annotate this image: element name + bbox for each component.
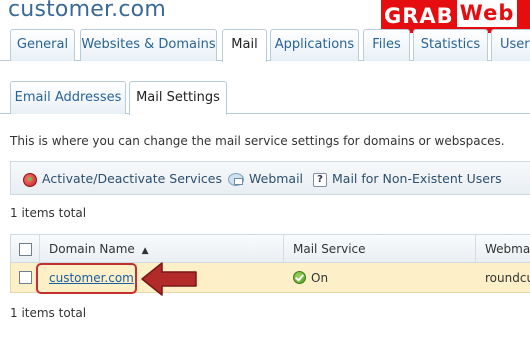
tab-general[interactable]: General	[10, 29, 75, 61]
mail-non-existent-label: Mail for Non-Existent Users	[332, 171, 502, 186]
column-header-domain-name-label: Domain Name	[49, 242, 135, 256]
select-all-checkbox[interactable]	[19, 243, 32, 256]
table-header: Domain Name ▲ Mail Service Webmail	[10, 234, 530, 263]
row-select-checkbox[interactable]	[19, 271, 32, 284]
column-header-domain-name[interactable]: Domain Name ▲	[49, 235, 149, 263]
activate-deactivate-services-button[interactable]: Activate/Deactivate Services	[23, 170, 222, 188]
mail-service-cell: On	[293, 263, 328, 293]
toolbar: Activate/Deactivate Services Webmail ? Ma…	[10, 161, 530, 195]
items-total-bottom: 1 items total	[10, 306, 87, 320]
tab-websites-domains[interactable]: Websites & Domains	[80, 29, 217, 61]
tab-email-addresses[interactable]: Email Addresses	[10, 81, 126, 114]
column-header-webmail[interactable]: Webmail	[485, 235, 530, 263]
tab-applications[interactable]: Applications	[270, 29, 359, 61]
annotation-arrow-icon	[141, 262, 197, 296]
tab-users[interactable]: Users	[491, 29, 530, 61]
column-separator	[283, 235, 284, 263]
help-icon: ?	[313, 172, 327, 187]
mail-for-non-existent-users-button[interactable]: ? Mail for Non-Existent Users	[313, 170, 502, 188]
webmail-label: Webmail	[249, 171, 304, 186]
sort-ascending-icon: ▲	[141, 246, 149, 256]
tab-mail[interactable]: Mail	[222, 29, 267, 62]
column-header-mail-service[interactable]: Mail Service	[293, 235, 366, 263]
annotation-highlight-box	[36, 263, 137, 294]
webmail-cell: roundcube	[485, 271, 530, 285]
watermark-text-web: Web	[456, 0, 518, 27]
power-icon	[23, 172, 37, 187]
tab-statistics[interactable]: Statistics	[413, 29, 488, 61]
column-separator	[475, 235, 476, 263]
webmail-button[interactable]: Webmail	[228, 170, 303, 188]
column-separator	[39, 235, 40, 263]
page-title: customer.com	[8, 0, 166, 22]
check-ok-icon	[293, 271, 306, 284]
tab-mail-settings[interactable]: Mail Settings	[129, 81, 227, 115]
mail-service-status: On	[311, 271, 329, 285]
tab-files[interactable]: Files	[363, 29, 410, 61]
webmail-icon	[228, 173, 244, 186]
page-description: This is where you can change the mail se…	[10, 134, 505, 148]
activate-deactivate-label: Activate/Deactivate Services	[42, 171, 222, 186]
watermark-text-grab: GRAB	[384, 4, 454, 28]
items-total-top: 1 items total	[10, 206, 87, 220]
